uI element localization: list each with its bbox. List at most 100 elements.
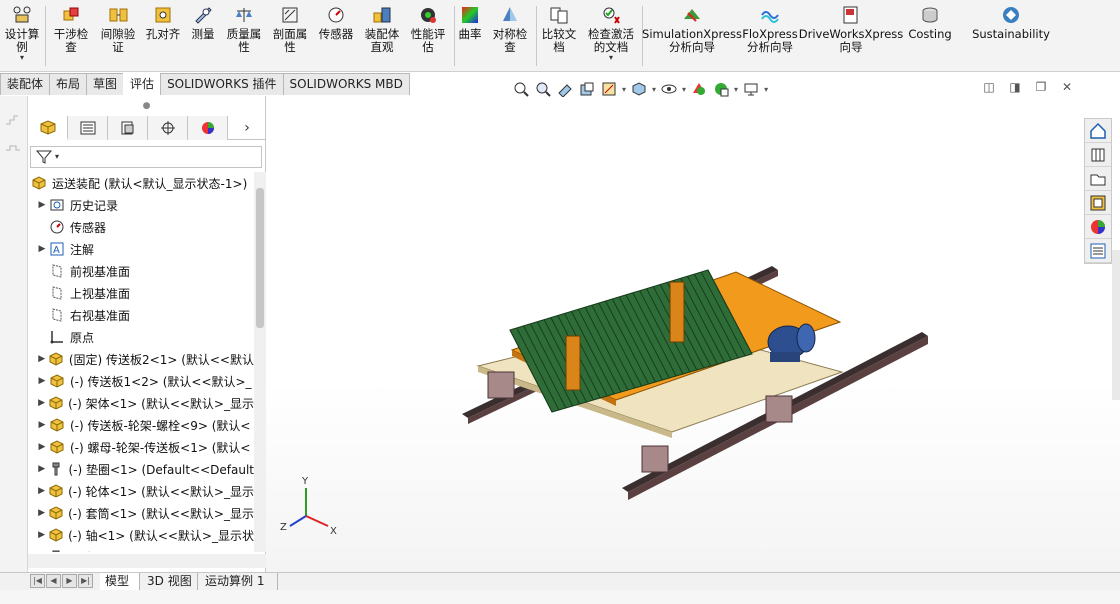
tab-display-manager[interactable] xyxy=(188,116,228,140)
simxpress-button[interactable]: SimulationXpress 分析向导 xyxy=(642,0,742,70)
maximize-icon[interactable]: ❐ xyxy=(1028,80,1054,94)
next-tab-icon[interactable]: ▶ xyxy=(62,574,77,588)
tree-horizontal-scrollbar[interactable] xyxy=(28,554,266,568)
custom-properties-icon[interactable] xyxy=(1085,239,1111,263)
tree-node[interactable]: ▶ (-) 传送板-轮架-螺栓<9> (默认< xyxy=(28,414,254,436)
hole-align-button[interactable]: 孔对齐 xyxy=(142,0,184,70)
sustainability-button[interactable]: Sustainability xyxy=(968,0,1054,70)
expand-arrow-icon[interactable]: ▶ xyxy=(36,464,47,474)
expand-arrow-icon[interactable]: ▶ xyxy=(36,200,48,210)
sensor-button[interactable]: 传感器 xyxy=(314,0,358,70)
tree-node[interactable]: ▶ (-) 轴<1> (默认<<默认>_显示状 xyxy=(28,524,254,546)
chevron-down-icon[interactable]: ▾ xyxy=(682,85,686,94)
appearances-icon[interactable] xyxy=(1085,215,1111,239)
expand-arrow-icon[interactable]: ▶ xyxy=(36,420,48,430)
tab-motion-study[interactable]: 运动算例 1 xyxy=(200,573,278,590)
chevron-down-icon[interactable]: ▾ xyxy=(20,54,24,62)
section-view-icon[interactable] xyxy=(576,79,598,99)
display-style-icon[interactable] xyxy=(658,79,680,99)
tab-solidworks-addins[interactable]: SOLIDWORKS 插件 xyxy=(160,73,284,95)
last-tab-icon[interactable]: ▶| xyxy=(78,574,93,588)
edit-appearance-icon[interactable] xyxy=(688,79,710,99)
mass-props-button[interactable]: 质量属 性 xyxy=(222,0,266,70)
chevron-down-icon[interactable]: ▾ xyxy=(55,153,59,161)
tab-3d-view[interactable]: 3D 视图 xyxy=(142,573,198,590)
tab-feature-tree[interactable] xyxy=(28,116,68,140)
tab-dimxpert[interactable] xyxy=(148,116,188,140)
view-settings-icon[interactable] xyxy=(740,79,762,99)
tab-property-manager[interactable] xyxy=(68,116,108,140)
expand-arrow-icon[interactable]: ▶ xyxy=(36,442,48,452)
apply-scene-icon[interactable] xyxy=(710,79,732,99)
interference-button[interactable]: 干涉检 查 xyxy=(50,0,92,70)
dynamic-annotation-icon[interactable] xyxy=(598,79,620,99)
tree-node[interactable]: ▶ (-) 传送板1<2> (默认<<默认>_ xyxy=(28,370,254,392)
performance-button[interactable]: 性能评 估 xyxy=(406,0,450,70)
file-explorer-icon[interactable] xyxy=(1085,167,1111,191)
panel-grip-icon[interactable]: ● xyxy=(28,96,265,116)
driveworks-button[interactable]: DriveWorksXpress 向导 xyxy=(799,0,903,70)
zoom-area-icon[interactable] xyxy=(532,79,554,99)
chevron-down-icon[interactable]: ▾ xyxy=(622,85,626,94)
chevron-down-icon[interactable]: ▾ xyxy=(609,54,613,62)
tree-vertical-scrollbar[interactable] xyxy=(254,172,266,552)
chevron-down-icon[interactable]: ▾ xyxy=(652,85,656,94)
chevron-down-icon[interactable]: ▾ xyxy=(764,85,768,94)
measure-button[interactable]: 测量 xyxy=(186,0,220,70)
tree-node[interactable]: 上视基准面 xyxy=(28,282,254,304)
assembly-visual-button[interactable]: 装配体 直观 xyxy=(360,0,404,70)
close-icon[interactable]: ✕ xyxy=(1054,80,1080,94)
tree-node[interactable]: ▶ 历史记录 xyxy=(28,194,254,216)
restore-right-icon[interactable]: ◨ xyxy=(1002,80,1028,94)
costing-button[interactable]: Costing xyxy=(904,0,956,70)
tree-node[interactable]: 传感器 xyxy=(28,216,254,238)
tree-node[interactable]: ▶ (-) 螺母-轮架-传送板<1> (默认< xyxy=(28,436,254,458)
tree-node[interactable]: 原点 xyxy=(28,326,254,348)
tree-filter[interactable]: ▾ xyxy=(30,146,262,168)
home-icon[interactable] xyxy=(1085,119,1111,143)
view-orientation-icon[interactable] xyxy=(628,79,650,99)
first-tab-icon[interactable]: |◀ xyxy=(30,574,45,588)
expand-arrow-icon[interactable]: ▶ xyxy=(36,398,47,408)
viewport-right-scrollbar[interactable] xyxy=(1112,250,1120,400)
check-doc-button[interactable]: 检查激活 的文档 ▾ xyxy=(582,0,640,70)
tab-model[interactable]: 模型 xyxy=(100,573,140,590)
view-palette-icon[interactable] xyxy=(1085,191,1111,215)
expand-arrow-icon[interactable]: ▶ xyxy=(36,376,48,386)
scroll-thumb[interactable] xyxy=(256,188,264,328)
floxpress-button[interactable]: FloXpress 分析向导 xyxy=(742,0,798,70)
zoom-to-fit-icon[interactable] xyxy=(510,79,532,99)
previous-view-icon[interactable] xyxy=(554,79,576,99)
tree-node[interactable]: ▶ A 注解 xyxy=(28,238,254,260)
tree-node[interactable]: 右视基准面 xyxy=(28,304,254,326)
section-props-button[interactable]: 剖面属 性 xyxy=(268,0,312,70)
prev-tab-icon[interactable]: ◀ xyxy=(46,574,61,588)
tab-layout[interactable]: 布局 xyxy=(49,73,88,95)
tab-evaluate[interactable]: 评估 xyxy=(123,73,162,95)
symmetry-button[interactable]: 对称检 查 xyxy=(488,0,532,70)
design-study-button[interactable]: 设计算 例 ▾ xyxy=(2,0,42,70)
tree-node[interactable]: ▶ (-) 垫圈<1> (Default<<Default xyxy=(28,458,254,480)
expand-arrow-icon[interactable]: ▶ xyxy=(36,508,47,518)
graphics-area[interactable]: Y X Z xyxy=(266,96,1120,572)
tab-solidworks-mbd[interactable]: SOLIDWORKS MBD xyxy=(282,73,410,95)
tree-node[interactable]: ▶(-) 垫圈<2> (Default<<Default xyxy=(28,546,254,552)
tab-sketch[interactable]: 草图 xyxy=(86,73,125,95)
tree-node[interactable]: ▶ (-) 套筒<1> (默认<<默认>_显示 xyxy=(28,502,254,524)
clearance-button[interactable]: 间隙验 证 xyxy=(96,0,140,70)
tab-assembly[interactable]: 装配体 xyxy=(0,73,51,95)
curvature-button[interactable]: 曲率 xyxy=(456,0,484,70)
restore-left-icon[interactable]: ◫ xyxy=(976,80,1002,94)
tree-node[interactable]: ▶ (-) 架体<1> (默认<<默认>_显示 xyxy=(28,392,254,414)
expand-arrow-icon[interactable]: ▶ xyxy=(36,486,47,496)
tree-node[interactable]: ▶ (固定) 传送板2<1> (默认<<默认 xyxy=(28,348,254,370)
expand-arrow-icon[interactable]: ▶ xyxy=(36,354,48,364)
chevron-right-icon[interactable]: › xyxy=(228,116,266,139)
chevron-down-icon[interactable]: ▾ xyxy=(734,85,738,94)
tree-root-assembly[interactable]: 运送装配 (默认<默认_显示状态-1>) xyxy=(28,172,254,194)
tree-node[interactable]: ▶ (-) 轮体<1> (默认<<默认>_显示 xyxy=(28,480,254,502)
tree-node[interactable]: 前视基准面 xyxy=(28,260,254,282)
design-library-icon[interactable] xyxy=(1085,143,1111,167)
expand-arrow-icon[interactable]: ▶ xyxy=(36,244,48,254)
tab-configuration-manager[interactable] xyxy=(108,116,148,140)
